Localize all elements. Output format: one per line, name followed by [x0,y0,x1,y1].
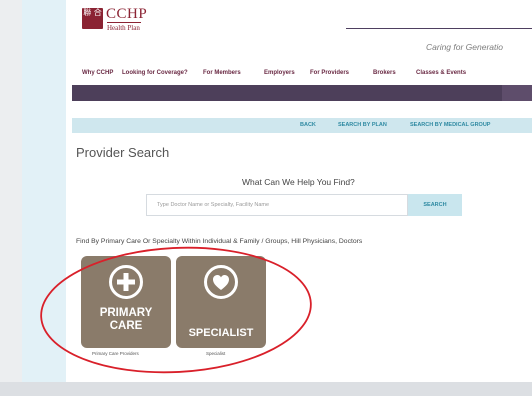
nav-item-classes-events[interactable]: Classes & Events [416,70,466,76]
search-input[interactable] [146,194,408,216]
search-by-medical-group-link[interactable]: SEARCH BY MEDICAL GROUP [410,122,490,128]
nav-item-for-members[interactable]: For Members [203,70,241,76]
nav-color-bar [72,85,532,101]
search-by-plan-link[interactable]: SEARCH BY PLAN [338,122,387,128]
annotation-circle [40,246,312,374]
back-link[interactable]: BACK [300,122,316,128]
tagline: Caring for Generatio [426,42,504,52]
nav-item-brokers[interactable]: Brokers [373,70,396,76]
nav-item-looking-for-coverage[interactable]: Looking for Coverage? [122,70,188,76]
sub-nav: BACK SEARCH BY PLAN SEARCH BY MEDICAL GR… [72,118,532,133]
search-heading: What Can We Help You Find? [242,177,355,187]
nav-item-employers[interactable]: Employers [264,70,295,76]
logo-mark[interactable]: 聯 合 [82,8,103,29]
brand-name[interactable]: CCHP [106,6,147,23]
nav-item-for-providers[interactable]: For Providers [310,70,349,76]
search-button[interactable]: SEARCH [408,194,462,216]
nav-item-why-cchp[interactable]: Why CCHP [82,70,113,76]
page-title: Provider Search [76,145,170,160]
brand-subtitle: Health Plan [107,22,141,32]
main-nav: Why CCHP Looking for Coverage? For Membe… [66,68,532,80]
header-rule [346,28,532,29]
bottom-band [0,382,532,396]
